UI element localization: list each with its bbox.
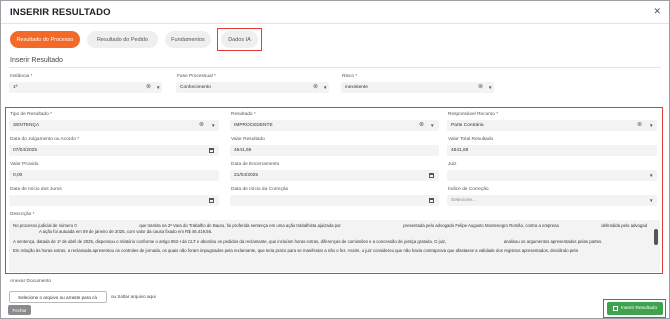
fase-select[interactable]: Conhecimento ⊗ ▼ bbox=[176, 82, 329, 93]
file-select-button[interactable]: Selecione o arquivo ou arraste para cá bbox=[9, 291, 107, 303]
insert-result-label: Inserir Resultado bbox=[620, 306, 658, 311]
juiz-select[interactable]: ▼ bbox=[447, 170, 657, 181]
calendar-icon[interactable] bbox=[209, 148, 214, 153]
valor-provido-label: Valor Provido bbox=[10, 162, 39, 167]
data-inicio-correcao-label: Data de Início da Correção bbox=[231, 187, 289, 192]
data-julgamento-input[interactable]: 07/04/2025 bbox=[9, 145, 219, 156]
chevron-down-icon[interactable]: ▼ bbox=[649, 173, 653, 178]
section-divider bbox=[9, 67, 661, 68]
valor-provido-input[interactable]: 0,00 bbox=[9, 170, 219, 181]
risco-select[interactable]: inexistente ⊗ ▼ bbox=[341, 82, 494, 93]
chevron-down-icon[interactable]: ▼ bbox=[488, 85, 492, 90]
data-encerramento-value: 21/04/2025 bbox=[234, 173, 259, 178]
chevron-down-icon[interactable]: ▼ bbox=[323, 85, 327, 90]
chevron-down-icon[interactable]: ▼ bbox=[649, 123, 653, 128]
calendar-icon[interactable] bbox=[429, 173, 434, 178]
indice-correcao-placeholder: Selecione... bbox=[451, 198, 477, 203]
chevron-down-icon[interactable]: ▼ bbox=[156, 85, 160, 90]
data-julgamento-label: Data do Julgamento ou Acordo * bbox=[10, 137, 80, 142]
chevron-down-icon[interactable]: ▼ bbox=[430, 123, 434, 128]
responsavel-recurso-value: Parte Contrária bbox=[451, 123, 484, 128]
file-drop-zone[interactable]: ou Soltar arquivo aqui bbox=[111, 294, 156, 299]
resultado-select[interactable]: IMPROCEDENTE ⊗ ▼ bbox=[230, 120, 439, 131]
clear-icon[interactable]: ⊗ bbox=[313, 83, 318, 90]
data-encerramento-label: Data de Encerramento bbox=[231, 162, 280, 167]
responsavel-recurso-label: Responsável Recurso * bbox=[448, 112, 499, 117]
indice-correcao-label: Índice de Correção bbox=[448, 187, 489, 192]
close-button[interactable]: Fechar bbox=[8, 305, 31, 315]
modal-window: INSERIR RESULTADO ✕ Resultado do Process… bbox=[0, 0, 670, 319]
clear-icon[interactable]: ⊗ bbox=[199, 121, 204, 128]
section-title: Inserir Resultado bbox=[10, 57, 63, 64]
instancia-value: 1ª bbox=[13, 85, 18, 90]
risco-value: inexistente bbox=[345, 85, 368, 90]
scrollbar-thumb[interactable] bbox=[654, 229, 658, 245]
clear-icon[interactable]: ⊗ bbox=[419, 121, 424, 128]
fase-value: Conhecimento bbox=[180, 85, 211, 90]
chevron-down-icon[interactable]: ▼ bbox=[211, 123, 215, 128]
valor-resultado-input[interactable]: 4641,69 bbox=[230, 145, 439, 156]
responsavel-recurso-select[interactable]: Parte Contrária ⊗ ▼ bbox=[447, 120, 657, 131]
close-icon[interactable]: ✕ bbox=[653, 6, 661, 17]
indice-correcao-select[interactable]: Selecione... ▼ bbox=[447, 195, 657, 206]
header-divider bbox=[1, 23, 669, 24]
data-encerramento-input[interactable]: 21/04/2025 bbox=[230, 170, 439, 181]
descricao-paragraph: No processo judicial de número 0 que tra… bbox=[13, 223, 648, 235]
valor-total-resultado-label: Valor Total Resultado bbox=[448, 137, 494, 142]
instancia-select[interactable]: 1ª ⊗ ▼ bbox=[9, 82, 162, 93]
tab-resultado-pedido[interactable]: Resultado do Pedido bbox=[87, 31, 158, 48]
anexar-label: Anexar Documento bbox=[10, 279, 52, 284]
clear-icon[interactable]: ⊗ bbox=[478, 83, 483, 90]
risco-label: Risco * bbox=[342, 74, 358, 79]
calendar-icon[interactable] bbox=[209, 198, 214, 203]
tipo-resultado-select[interactable]: SENTENÇA ⊗ ▼ bbox=[9, 120, 219, 131]
resultado-value: IMPROCEDENTE bbox=[234, 123, 273, 128]
calendar-icon[interactable] bbox=[429, 198, 434, 203]
data-julgamento-value: 07/04/2025 bbox=[13, 148, 38, 153]
descricao-scrollbar[interactable] bbox=[654, 223, 658, 269]
resultado-label: Resultado * bbox=[231, 112, 256, 117]
clear-icon[interactable]: ⊗ bbox=[637, 121, 642, 128]
chevron-down-icon[interactable]: ▼ bbox=[649, 198, 653, 203]
data-inicio-juros-label: Data de Início dos Juros bbox=[10, 187, 62, 192]
valor-total-resultado-value: 4641,69 bbox=[451, 148, 469, 153]
descricao-paragraph: A sentença, datada de 1º de abril de 202… bbox=[13, 238, 603, 244]
tipo-resultado-value: SENTENÇA bbox=[13, 123, 40, 128]
valor-total-resultado-input[interactable]: 4641,69 bbox=[447, 145, 657, 156]
fase-label: Fase Processual * bbox=[177, 74, 216, 79]
tab-resultado-processo[interactable]: Resultado do Processo bbox=[10, 31, 80, 48]
juiz-label: Juiz bbox=[448, 162, 457, 167]
save-icon bbox=[612, 306, 618, 311]
descricao-paragraph: Em relação às horas extras, a reclamada … bbox=[13, 247, 578, 253]
tipo-resultado-label: Tipo de Resultado * bbox=[10, 112, 52, 117]
descricao-textarea[interactable]: No processo judicial de número 0 que tra… bbox=[9, 220, 660, 272]
tab-highlight-box bbox=[217, 28, 262, 51]
insert-result-button[interactable]: Inserir Resultado bbox=[607, 302, 663, 315]
data-inicio-correcao-input[interactable] bbox=[230, 195, 439, 206]
data-inicio-juros-input[interactable] bbox=[9, 195, 219, 206]
clear-icon[interactable]: ⊗ bbox=[146, 83, 151, 90]
modal-title: INSERIR RESULTADO bbox=[10, 7, 111, 18]
descricao-label: Descrição * bbox=[10, 212, 35, 217]
valor-resultado-label: Valor Resultado bbox=[231, 137, 265, 142]
valor-resultado-value: 4641,69 bbox=[234, 148, 252, 153]
instancia-label: Instância * bbox=[10, 74, 33, 79]
valor-provido-value: 0,00 bbox=[13, 173, 23, 178]
tab-fundamentos[interactable]: Fundamentos bbox=[165, 31, 211, 48]
